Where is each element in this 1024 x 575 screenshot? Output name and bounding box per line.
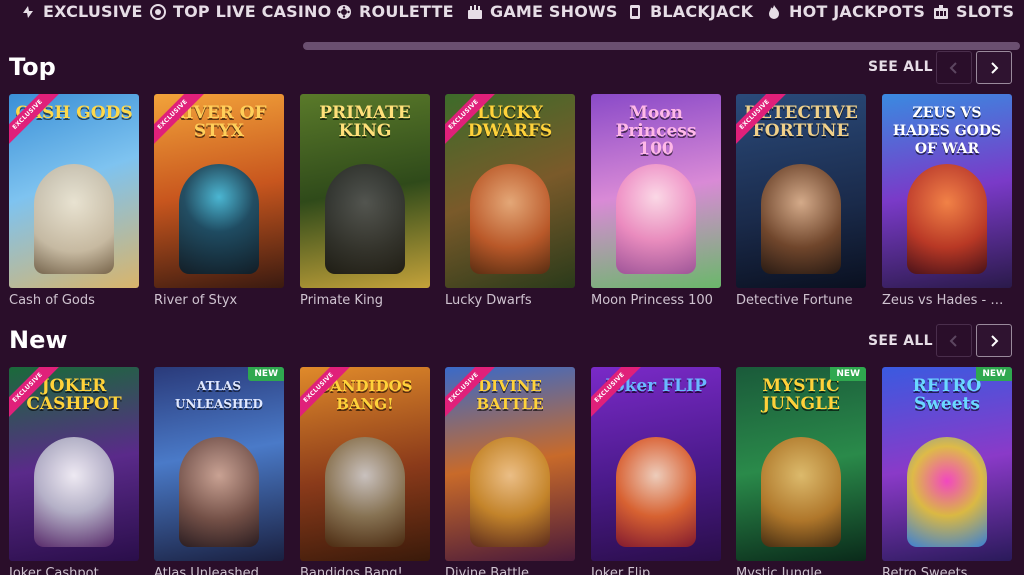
game-title[interactable]: Moon Princess 100 xyxy=(591,293,725,308)
nav-item-label: BLACKJACK xyxy=(650,2,754,21)
game-title[interactable]: Mystic Jungle xyxy=(736,566,870,575)
game-tile-joker-cashpot[interactable]: JOKER CASHPOT EXCLUSIVE xyxy=(9,367,139,561)
game-title[interactable]: Atlas Unleashed xyxy=(154,566,288,575)
game-title[interactable]: Divine Battle xyxy=(445,566,579,575)
game-tile-moon-princess-100[interactable]: Moon Princess 100 xyxy=(591,94,721,288)
game-title[interactable]: Bandidos Bang! xyxy=(300,566,434,575)
new-next-button[interactable] xyxy=(976,324,1012,357)
chevron-right-icon xyxy=(991,334,999,347)
nav-item-hot-jackpots[interactable]: HOT JACKPOTS xyxy=(766,2,925,21)
game-title[interactable]: Lucky Dwarfs xyxy=(445,293,579,308)
game-title[interactable]: River of Styx xyxy=(154,293,288,308)
game-title[interactable]: Cash of Gods xyxy=(9,293,143,308)
nav-item-exclusive[interactable]: EXCLUSIVE xyxy=(20,2,143,21)
game-tile-cash-of-gods[interactable]: CASH GODS EXCLUSIVE xyxy=(9,94,139,288)
top-next-button[interactable] xyxy=(976,51,1012,84)
game-logo: PRIMATE KING xyxy=(319,103,411,141)
nav-item-blackjack[interactable]: BLACKJACK xyxy=(627,2,753,21)
game-tile-river-of-styx[interactable]: RIVER OF STYX EXCLUSIVE xyxy=(154,94,284,288)
slots-icon xyxy=(934,4,948,19)
nav-item-roulette[interactable]: ROULETTE xyxy=(336,2,454,21)
new-badge: NEW xyxy=(976,367,1012,381)
game-tile-atlas-unleashed[interactable]: ATLAS UNLEASHED NEW xyxy=(154,367,284,561)
game-tile-joker-flip[interactable]: Joker FLIP EXCLUSIVE xyxy=(591,367,721,561)
game-tile-retro-sweets[interactable]: RETRO Sweets NEW xyxy=(882,367,1012,561)
game-title[interactable]: Primate King xyxy=(300,293,434,308)
category-nav: EXCLUSIVE TOP LIVE CASINO ROULETTE GAME … xyxy=(0,0,1024,38)
nav-item-label: GAME SHOWS xyxy=(490,2,618,21)
new-prev-button[interactable] xyxy=(936,324,972,357)
game-logo: Moon Princess 100 xyxy=(615,103,697,159)
section-title-top: Top xyxy=(9,53,56,81)
game-tile-bandidos-bang[interactable]: BANDIDOS BANG! EXCLUSIVE xyxy=(300,367,430,561)
new-badge: NEW xyxy=(248,367,284,381)
blackjack-icon xyxy=(630,4,640,19)
game-title[interactable]: Joker Cashpot xyxy=(9,566,143,575)
see-all-top-link[interactable]: SEE ALL xyxy=(868,59,933,75)
game-title[interactable]: Detective Fortune xyxy=(736,293,870,308)
new-badge: NEW xyxy=(830,367,866,381)
game-logo: ZEUS VS HADES GODS OF WAR xyxy=(892,105,1002,157)
exclusive-icon xyxy=(23,5,33,18)
nav-item-label: TOP LIVE CASINO xyxy=(173,2,332,21)
game-logo: ATLAS UNLEASHED xyxy=(175,379,263,411)
game-tile-primate-king[interactable]: PRIMATE KING xyxy=(300,94,430,288)
top-prev-button[interactable] xyxy=(936,51,972,84)
chevron-left-icon xyxy=(949,61,957,74)
see-all-new-link[interactable]: SEE ALL xyxy=(868,333,933,349)
category-nav-scrollbar[interactable] xyxy=(0,42,1024,50)
nav-item-top-live-casino[interactable]: TOP LIVE CASINO xyxy=(150,2,331,21)
nav-item-slots[interactable]: SLOTS xyxy=(933,2,1014,21)
game-logo: MYSTIC JUNGLE xyxy=(762,376,840,414)
game-tile-detective-fortune[interactable]: DETECTIVE FORTUNE EXCLUSIVE xyxy=(736,94,866,288)
game-tile-divine-battle[interactable]: DIVINE BATTLE EXCLUSIVE xyxy=(445,367,575,561)
nav-item-label: HOT JACKPOTS xyxy=(789,2,926,21)
nav-item-label: ROULETTE xyxy=(359,2,454,21)
chevron-left-icon xyxy=(949,334,957,347)
nav-item-label: SLOTS xyxy=(956,2,1015,21)
nav-item-label: EXCLUSIVE xyxy=(43,2,143,21)
game-shows-icon xyxy=(468,4,482,19)
game-logo: RETRO Sweets xyxy=(912,376,982,414)
live-casino-icon xyxy=(150,3,166,20)
hot-jackpots-icon xyxy=(769,4,779,19)
game-tile-mystic-jungle[interactable]: MYSTIC JUNGLE NEW xyxy=(736,367,866,561)
scrollbar-thumb[interactable] xyxy=(303,42,1020,50)
game-title[interactable]: Retro Sweets xyxy=(882,566,1012,575)
roulette-icon xyxy=(337,4,351,19)
game-title[interactable]: Joker Flip xyxy=(591,566,725,575)
game-tile-zeus-vs-hades[interactable]: ZEUS VS HADES GODS OF WAR xyxy=(882,94,1012,288)
section-title-new: New xyxy=(9,326,68,354)
game-title[interactable]: Zeus vs Hades - G... xyxy=(882,293,1012,308)
nav-item-game-shows[interactable]: GAME SHOWS xyxy=(467,2,618,21)
game-tile-lucky-dwarfs[interactable]: LUCKY DWARFS EXCLUSIVE xyxy=(445,94,575,288)
chevron-right-icon xyxy=(991,61,999,74)
